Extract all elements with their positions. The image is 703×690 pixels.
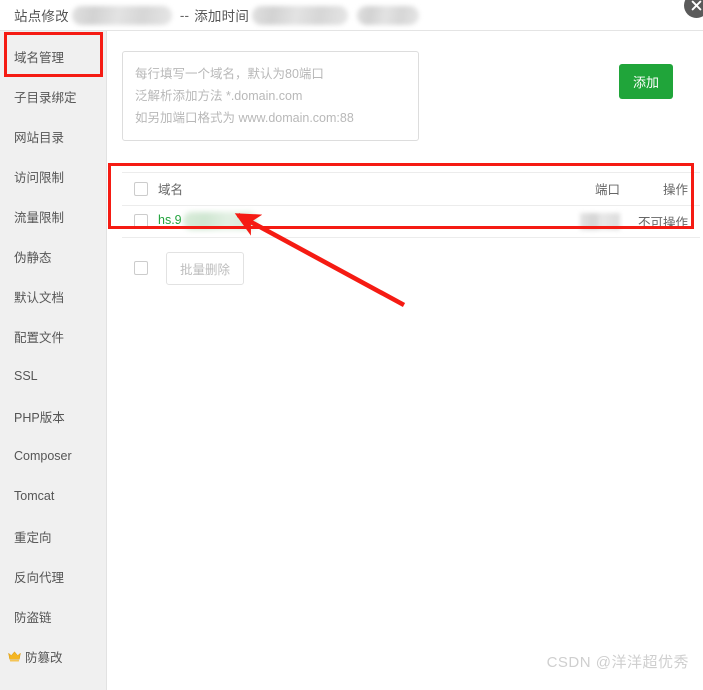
table-header-row: 域名 端口 操作 (122, 173, 700, 206)
sidebar-item-anti-leech[interactable]: 防盗链 (0, 596, 106, 636)
cell-operation: 不可操作 (628, 205, 700, 238)
sidebar-item-traffic-limit[interactable]: 流量限制 (0, 196, 106, 236)
close-icon[interactable] (684, 0, 703, 18)
dialog-title: 站点修改 -- 添加时间 (14, 5, 422, 25)
cell-domain: hs.9 (158, 205, 538, 238)
bulk-action-row: 批量删除 (122, 251, 693, 285)
crown-icon (8, 650, 21, 662)
row-checkbox[interactable] (134, 214, 148, 229)
sidebar-item-ssl[interactable]: SSL (0, 356, 106, 396)
sidebar-item-redirect[interactable]: 重定向 (0, 516, 106, 556)
domain-name-text: hs.9 (158, 213, 182, 228)
sidebar-item-label: Composer (14, 449, 72, 463)
site-modify-dialog: 站点修改 -- 添加时间 域名管理 子目录绑定 网站目录 访问限制 流量限制 伪… (0, 0, 703, 690)
add-domain-button[interactable]: 添加 (619, 64, 674, 99)
sidebar-item-label: PHP版本 (14, 410, 65, 425)
add-domain-row: 添加 (122, 51, 693, 141)
bulk-select-checkbox[interactable] (134, 261, 148, 275)
sidebar-item-tomcat[interactable]: Tomcat (0, 476, 106, 516)
sidebar-item-config-file[interactable]: 配置文件 (0, 316, 106, 356)
sidebar-item-label: 网站目录 (14, 130, 65, 145)
sidebar-item-label: 安全扫描 (25, 687, 75, 690)
sidebar-item-reverse-proxy[interactable]: 反向代理 (0, 556, 106, 596)
sidebar-item-label: 子目录绑定 (14, 90, 77, 105)
domain-table: 域名 端口 操作 hs.9 不可操作 (122, 173, 700, 238)
header-port: 端口 (538, 173, 628, 206)
dialog-titlebar: 站点修改 -- 添加时间 (0, 0, 703, 31)
sidebar-item-label: Tomcat (14, 489, 55, 503)
domain-table-wrapper: 域名 端口 操作 hs.9 不可操作 (122, 172, 700, 238)
sidebar-item-label: 默认文档 (14, 290, 65, 305)
table-row: hs.9 不可操作 (122, 205, 700, 238)
redacted-port-value (580, 212, 620, 230)
select-all-header (122, 173, 158, 206)
sidebar-item-label: 配置文件 (14, 330, 65, 345)
redacted-created-time (252, 5, 349, 25)
select-all-checkbox[interactable] (134, 182, 148, 197)
sidebar-item-label: 域名管理 (14, 50, 65, 65)
row-select-cell (122, 205, 158, 238)
sidebar-item-label: SSL (14, 369, 38, 383)
bulk-delete-button[interactable]: 批量删除 (166, 251, 245, 285)
header-domain: 域名 (158, 173, 538, 206)
sidebar-item-subdirectory-binding[interactable]: 子目录绑定 (0, 76, 106, 116)
title-separator: -- (179, 7, 190, 23)
sidebar-item-label: 反向代理 (14, 570, 65, 585)
sidebar-item-composer[interactable]: Composer (0, 436, 106, 476)
sidebar-item-label: 防篡改 (25, 650, 63, 665)
title-time-label: 添加时间 (194, 9, 250, 24)
redacted-created-time-2 (357, 5, 420, 25)
sidebar-item-default-document[interactable]: 默认文档 (0, 276, 106, 316)
sidebar-item-label: 访问限制 (14, 170, 65, 185)
sidebar-item-site-directory[interactable]: 网站目录 (0, 116, 106, 156)
domain-input[interactable] (122, 51, 419, 141)
domain-management-panel: 添加 域名 端口 操作 (108, 31, 703, 690)
settings-sidebar: 域名管理 子目录绑定 网站目录 访问限制 流量限制 伪静态 默认文档 配置文件 … (0, 31, 107, 690)
redacted-domain-suffix (182, 212, 257, 230)
sidebar-item-anti-tamper[interactable]: 防篡改 (0, 636, 106, 676)
sidebar-item-label: 防盗链 (14, 610, 52, 625)
sidebar-item-label: 重定向 (14, 530, 52, 545)
sidebar-item-label: 伪静态 (14, 250, 52, 265)
sidebar-item-security-scan[interactable]: 安全扫描 (0, 676, 106, 690)
csdn-watermark: CSDN @洋洋超优秀 (546, 654, 689, 671)
sidebar-item-php-version[interactable]: PHP版本 (0, 396, 106, 436)
sidebar-item-label: 流量限制 (14, 210, 65, 225)
redacted-site-name (71, 5, 172, 25)
cell-port (538, 205, 628, 238)
sidebar-item-access-restriction[interactable]: 访问限制 (0, 156, 106, 196)
header-operation: 操作 (628, 173, 700, 206)
sidebar-item-pseudo-static[interactable]: 伪静态 (0, 236, 106, 276)
page-title: 站点修改 (14, 9, 69, 24)
sidebar-item-domain-management[interactable]: 域名管理 (0, 36, 106, 76)
